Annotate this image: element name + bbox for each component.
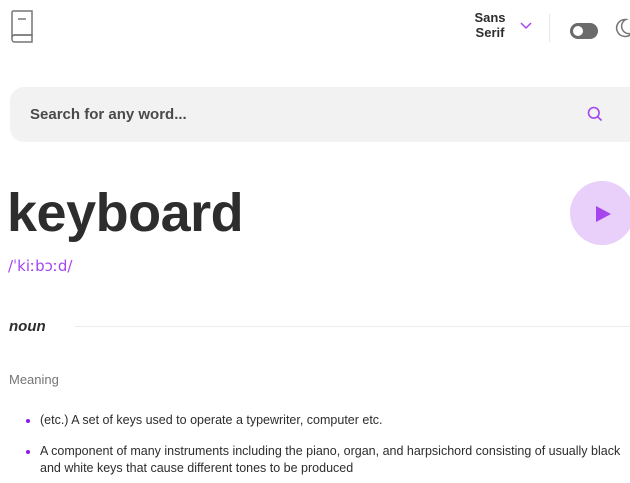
definition-text: A component of many instruments includin…: [40, 444, 621, 475]
toggle-knob: [573, 26, 583, 36]
part-of-speech: noun: [9, 318, 46, 335]
header-divider: [549, 14, 550, 42]
chevron-down-icon: [520, 22, 532, 30]
book-icon[interactable]: [9, 10, 35, 44]
meaning-heading: Meaning: [9, 372, 59, 387]
definition-text: (etc.) A set of keys used to operate a t…: [40, 413, 383, 427]
definition-item: A component of many instruments includin…: [26, 443, 626, 477]
header: Sans Serif: [0, 0, 630, 60]
font-selector-label: Sans Serif: [474, 10, 506, 40]
font-selector[interactable]: Sans Serif: [470, 10, 532, 40]
bullet-icon: [26, 419, 30, 423]
bullet-icon: [26, 450, 30, 454]
word-title: keyboard: [7, 183, 244, 243]
moon-icon[interactable]: [612, 17, 630, 39]
search-icon[interactable]: [587, 106, 603, 122]
search-input[interactable]: [30, 87, 570, 142]
play-icon: [596, 206, 611, 222]
search-bar: [10, 87, 630, 142]
section-divider: [75, 326, 630, 327]
play-audio-button[interactable]: [570, 181, 630, 245]
definition-list: (etc.) A set of keys used to operate a t…: [26, 412, 626, 483]
phonetic: /ˈkiːbɔːd/: [8, 257, 73, 275]
theme-toggle[interactable]: [570, 23, 598, 39]
definition-item: (etc.) A set of keys used to operate a t…: [26, 412, 626, 429]
